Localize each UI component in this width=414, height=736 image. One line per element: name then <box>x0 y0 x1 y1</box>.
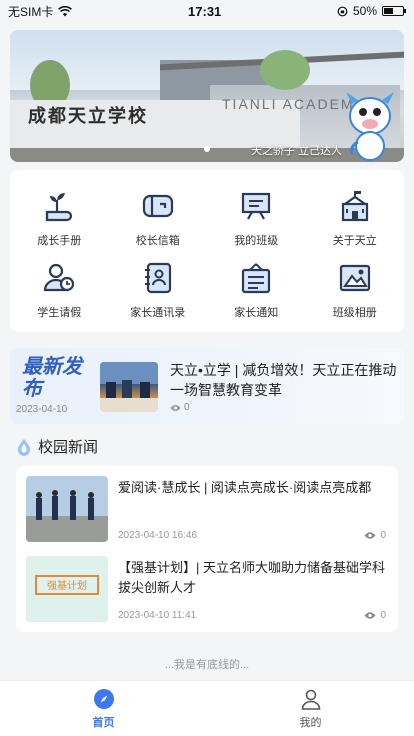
menu-label: 家长通知 <box>234 307 279 319</box>
eye-icon <box>170 404 181 411</box>
news-thumbnail <box>26 476 108 542</box>
menu-label: 成长手册 <box>37 235 82 247</box>
end-of-list-text: ...我是有底线的... <box>164 659 250 671</box>
notice-board-icon <box>242 263 271 294</box>
menu-label: 关于天立 <box>332 235 377 247</box>
photo-album-icon <box>339 264 370 292</box>
news-list: 爱阅读·慧成长 | 阅读点亮成长·阅读点亮成都 2023-04-10 16:46… <box>16 466 398 632</box>
bottom-tab-bar: 首页 我的 <box>0 680 414 736</box>
news-time: 2023-04-10 16:46 <box>118 530 197 541</box>
mailbox-icon <box>142 194 173 218</box>
menu-principal-mailbox[interactable]: 校长信箱 <box>109 182 208 254</box>
menu-my-class[interactable]: 我的班级 <box>207 182 306 254</box>
eye-icon <box>364 612 376 619</box>
clock: 17:31 <box>188 3 222 19</box>
latest-views: 0 <box>170 402 190 413</box>
rotation-lock-icon <box>337 6 348 16</box>
news-views: 0 <box>364 530 386 541</box>
droplet-icon <box>17 438 31 456</box>
menu-about-tianli[interactable]: 关于天立 <box>306 182 405 254</box>
news-item[interactable]: 爱阅读·慧成长 | 阅读点亮成长·阅读点亮成都 2023-04-10 16:46… <box>26 476 390 548</box>
mascot-image <box>346 92 394 161</box>
latest-view-count: 0 <box>184 402 190 413</box>
section-title: 校园新闻 <box>38 439 99 456</box>
menu-parent-contacts[interactable]: 家长通讯录 <box>109 254 208 326</box>
news-title: 【强基计划】| 天立名师大咖助力储备基础学科拔尖创新人才 <box>118 560 385 595</box>
battery-percent: 50% <box>352 4 377 18</box>
news-views: 0 <box>364 610 386 621</box>
function-grid: 成长手册 校长信箱 我的班级 关于天立 学生请假 家长通讯录 家长通知 班级相册 <box>10 170 404 332</box>
news-thumb-text: 强基计划 <box>47 579 87 592</box>
latest-thumbnail <box>100 362 158 412</box>
latest-news-card[interactable]: 最新发布 2023-04-10 天立•立学 | 减负增效！天立正在推动一场智慧教… <box>10 348 404 424</box>
growth-handbook-icon <box>46 193 73 222</box>
latest-title: 最新发布 <box>22 356 82 400</box>
person-icon <box>301 689 320 710</box>
wifi-icon <box>58 5 73 16</box>
tab-label: 首页 <box>92 716 115 729</box>
menu-student-leave[interactable]: 学生请假 <box>10 254 109 326</box>
menu-label: 校长信箱 <box>135 235 180 247</box>
battery-icon <box>382 6 406 16</box>
carrier-label: 无SIM卡 <box>8 4 54 19</box>
tab-home[interactable]: 首页 <box>0 681 207 736</box>
banner-slogan: 天之骄子 立己达人 <box>250 145 342 157</box>
banner-school-name: 成都天立学校 <box>28 106 148 127</box>
status-bar: 无SIM卡 17:31 50% <box>0 0 414 22</box>
class-board-icon <box>242 192 271 220</box>
student-leave-icon <box>44 263 75 292</box>
news-view-count: 0 <box>380 610 386 621</box>
tab-label: 我的 <box>299 716 322 729</box>
news-time: 2023-04-10 11:41 <box>118 610 197 621</box>
address-book-icon <box>144 262 171 294</box>
news-item[interactable]: 强基计划 【强基计划】| 天立名师大咖助力储备基础学科拔尖创新人才 2023-0… <box>26 556 390 628</box>
campus-news-heading: 校园新闻 <box>16 436 98 457</box>
menu-label: 学生请假 <box>37 307 82 319</box>
news-title: 爱阅读·慧成长 | 阅读点亮成长·阅读点亮成都 <box>118 480 372 495</box>
menu-class-album[interactable]: 班级相册 <box>306 254 405 326</box>
menu-label: 家长通讯录 <box>130 307 186 319</box>
latest-date: 2023-04-10 <box>16 404 68 415</box>
tab-mine[interactable]: 我的 <box>207 681 414 736</box>
eye-icon <box>364 532 376 539</box>
carousel-indicator <box>204 146 210 152</box>
menu-label: 班级相册 <box>332 307 377 319</box>
school-building-icon <box>341 191 368 222</box>
banner-carousel[interactable]: 成都天立学校 TIANLI ACADEMY 天之骄子 立己达人 <box>10 30 404 162</box>
news-thumbnail: 强基计划 <box>26 556 108 622</box>
compass-icon <box>93 688 114 709</box>
latest-headline: 天立•立学 | 减负增效！天立正在推动一场智慧教育变革 <box>170 362 397 398</box>
menu-parent-notice[interactable]: 家长通知 <box>207 254 306 326</box>
menu-growth-handbook[interactable]: 成长手册 <box>10 182 109 254</box>
news-view-count: 0 <box>380 530 386 541</box>
menu-label: 我的班级 <box>234 235 279 247</box>
